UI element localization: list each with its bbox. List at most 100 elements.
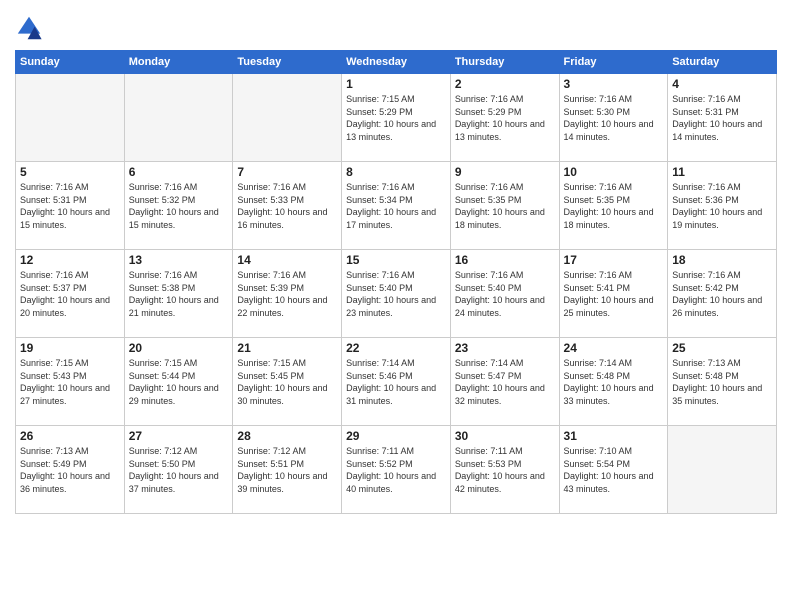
day-cell: 15 Sunrise: 7:16 AM Sunset: 5:40 PM Dayli… (342, 250, 451, 338)
day-cell: 18 Sunrise: 7:16 AM Sunset: 5:42 PM Dayli… (668, 250, 777, 338)
day-number: 23 (455, 341, 555, 355)
day-cell (668, 426, 777, 514)
day-cell: 16 Sunrise: 7:16 AM Sunset: 5:40 PM Dayli… (450, 250, 559, 338)
day-info: Sunrise: 7:14 AM Sunset: 5:47 PM Dayligh… (455, 357, 555, 407)
day-cell: 17 Sunrise: 7:16 AM Sunset: 5:41 PM Dayli… (559, 250, 668, 338)
day-cell: 13 Sunrise: 7:16 AM Sunset: 5:38 PM Dayli… (124, 250, 233, 338)
weekday-header-wednesday: Wednesday (342, 51, 451, 74)
day-cell: 19Sunrise: 7:15 AM Sunset: 5:43 PM Dayli… (16, 338, 125, 426)
week-row-1: 1 Sunrise: 7:15 AM Sunset: 5:29 PM Daylig… (16, 74, 777, 162)
day-number: 8 (346, 165, 446, 179)
day-cell: 1 Sunrise: 7:15 AM Sunset: 5:29 PM Daylig… (342, 74, 451, 162)
weekday-header-friday: Friday (559, 51, 668, 74)
day-number: 22 (346, 341, 446, 355)
day-cell (16, 74, 125, 162)
day-info: Sunrise: 7:16 AM Sunset: 5:38 PM Dayligh… (129, 269, 229, 319)
day-number: 1 (346, 77, 446, 91)
calendar-table: SundayMondayTuesdayWednesdayThursdayFrid… (15, 50, 777, 514)
day-info: Sunrise: 7:15 AM Sunset: 5:45 PM Dayligh… (237, 357, 337, 407)
day-cell: 3 Sunrise: 7:16 AM Sunset: 5:30 PM Daylig… (559, 74, 668, 162)
day-cell: 11 Sunrise: 7:16 AM Sunset: 5:36 PM Dayli… (668, 162, 777, 250)
day-number: 19 (20, 341, 120, 355)
day-cell: 6Sunrise: 7:16 AM Sunset: 5:32 PM Daylig… (124, 162, 233, 250)
day-number: 3 (564, 77, 664, 91)
day-cell: 26Sunrise: 7:13 AM Sunset: 5:49 PM Dayli… (16, 426, 125, 514)
day-number: 9 (455, 165, 555, 179)
day-info: Sunrise: 7:16 AM Sunset: 5:42 PM Dayligh… (672, 269, 772, 319)
day-cell: 24Sunrise: 7:14 AM Sunset: 5:48 PM Dayli… (559, 338, 668, 426)
day-cell: 10 Sunrise: 7:16 AM Sunset: 5:35 PM Dayli… (559, 162, 668, 250)
day-info: Sunrise: 7:16 AM Sunset: 5:35 PM Dayligh… (455, 181, 555, 231)
day-info: Sunrise: 7:16 AM Sunset: 5:39 PM Dayligh… (237, 269, 337, 319)
day-number: 20 (129, 341, 229, 355)
weekday-header-saturday: Saturday (668, 51, 777, 74)
day-info: Sunrise: 7:16 AM Sunset: 5:36 PM Dayligh… (672, 181, 772, 231)
day-info: Sunrise: 7:16 AM Sunset: 5:30 PM Dayligh… (564, 93, 664, 143)
weekday-header-thursday: Thursday (450, 51, 559, 74)
day-cell: 9 Sunrise: 7:16 AM Sunset: 5:35 PM Daylig… (450, 162, 559, 250)
day-info: Sunrise: 7:16 AM Sunset: 5:40 PM Dayligh… (455, 269, 555, 319)
day-number: 12 (20, 253, 120, 267)
day-number: 27 (129, 429, 229, 443)
day-number: 25 (672, 341, 772, 355)
day-info: Sunrise: 7:11 AM Sunset: 5:53 PM Dayligh… (455, 445, 555, 495)
day-info: Sunrise: 7:16 AM Sunset: 5:35 PM Dayligh… (564, 181, 664, 231)
day-number: 18 (672, 253, 772, 267)
week-row-2: 5Sunrise: 7:16 AM Sunset: 5:31 PM Daylig… (16, 162, 777, 250)
day-cell: 28Sunrise: 7:12 AM Sunset: 5:51 PM Dayli… (233, 426, 342, 514)
day-cell: 25 Sunrise: 7:13 AM Sunset: 5:48 PM Dayli… (668, 338, 777, 426)
day-info: Sunrise: 7:16 AM Sunset: 5:34 PM Dayligh… (346, 181, 446, 231)
day-number: 21 (237, 341, 337, 355)
day-number: 29 (346, 429, 446, 443)
day-info: Sunrise: 7:10 AM Sunset: 5:54 PM Dayligh… (564, 445, 664, 495)
header (15, 10, 777, 42)
day-number: 7 (237, 165, 337, 179)
weekday-header-monday: Monday (124, 51, 233, 74)
day-number: 11 (672, 165, 772, 179)
day-number: 31 (564, 429, 664, 443)
logo (15, 14, 47, 42)
day-number: 10 (564, 165, 664, 179)
day-cell: 14 Sunrise: 7:16 AM Sunset: 5:39 PM Dayli… (233, 250, 342, 338)
day-info: Sunrise: 7:15 AM Sunset: 5:29 PM Dayligh… (346, 93, 446, 143)
day-cell: 7 Sunrise: 7:16 AM Sunset: 5:33 PM Daylig… (233, 162, 342, 250)
day-cell: 2 Sunrise: 7:16 AM Sunset: 5:29 PM Daylig… (450, 74, 559, 162)
day-info: Sunrise: 7:16 AM Sunset: 5:31 PM Dayligh… (672, 93, 772, 143)
day-number: 6 (129, 165, 229, 179)
week-row-3: 12 Sunrise: 7:16 AM Sunset: 5:37 PM Dayli… (16, 250, 777, 338)
day-info: Sunrise: 7:13 AM Sunset: 5:48 PM Dayligh… (672, 357, 772, 407)
day-cell: 5Sunrise: 7:16 AM Sunset: 5:31 PM Daylig… (16, 162, 125, 250)
day-number: 16 (455, 253, 555, 267)
day-cell: 29Sunrise: 7:11 AM Sunset: 5:52 PM Dayli… (342, 426, 451, 514)
day-number: 17 (564, 253, 664, 267)
day-cell: 12 Sunrise: 7:16 AM Sunset: 5:37 PM Dayli… (16, 250, 125, 338)
day-cell: 27 Sunrise: 7:12 AM Sunset: 5:50 PM Dayli… (124, 426, 233, 514)
day-number: 13 (129, 253, 229, 267)
day-number: 14 (237, 253, 337, 267)
day-info: Sunrise: 7:16 AM Sunset: 5:29 PM Dayligh… (455, 93, 555, 143)
day-number: 4 (672, 77, 772, 91)
day-number: 30 (455, 429, 555, 443)
day-cell: 31 Sunrise: 7:10 AM Sunset: 5:54 PM Dayli… (559, 426, 668, 514)
day-info: Sunrise: 7:14 AM Sunset: 5:48 PM Dayligh… (564, 357, 664, 407)
calendar-container: SundayMondayTuesdayWednesdayThursdayFrid… (0, 0, 792, 612)
day-info: Sunrise: 7:15 AM Sunset: 5:44 PM Dayligh… (129, 357, 229, 407)
day-cell: 22 Sunrise: 7:14 AM Sunset: 5:46 PM Dayli… (342, 338, 451, 426)
weekday-header-sunday: Sunday (16, 51, 125, 74)
day-info: Sunrise: 7:12 AM Sunset: 5:51 PM Dayligh… (237, 445, 337, 495)
day-info: Sunrise: 7:16 AM Sunset: 5:40 PM Dayligh… (346, 269, 446, 319)
day-cell: 21 Sunrise: 7:15 AM Sunset: 5:45 PM Dayli… (233, 338, 342, 426)
day-cell: 8 Sunrise: 7:16 AM Sunset: 5:34 PM Daylig… (342, 162, 451, 250)
day-cell: 30 Sunrise: 7:11 AM Sunset: 5:53 PM Dayli… (450, 426, 559, 514)
day-info: Sunrise: 7:16 AM Sunset: 5:33 PM Dayligh… (237, 181, 337, 231)
day-number: 26 (20, 429, 120, 443)
day-info: Sunrise: 7:14 AM Sunset: 5:46 PM Dayligh… (346, 357, 446, 407)
day-number: 2 (455, 77, 555, 91)
week-row-4: 19Sunrise: 7:15 AM Sunset: 5:43 PM Dayli… (16, 338, 777, 426)
day-info: Sunrise: 7:12 AM Sunset: 5:50 PM Dayligh… (129, 445, 229, 495)
day-info: Sunrise: 7:16 AM Sunset: 5:41 PM Dayligh… (564, 269, 664, 319)
day-number: 15 (346, 253, 446, 267)
logo-icon (15, 14, 43, 42)
day-cell (124, 74, 233, 162)
day-info: Sunrise: 7:16 AM Sunset: 5:37 PM Dayligh… (20, 269, 120, 319)
